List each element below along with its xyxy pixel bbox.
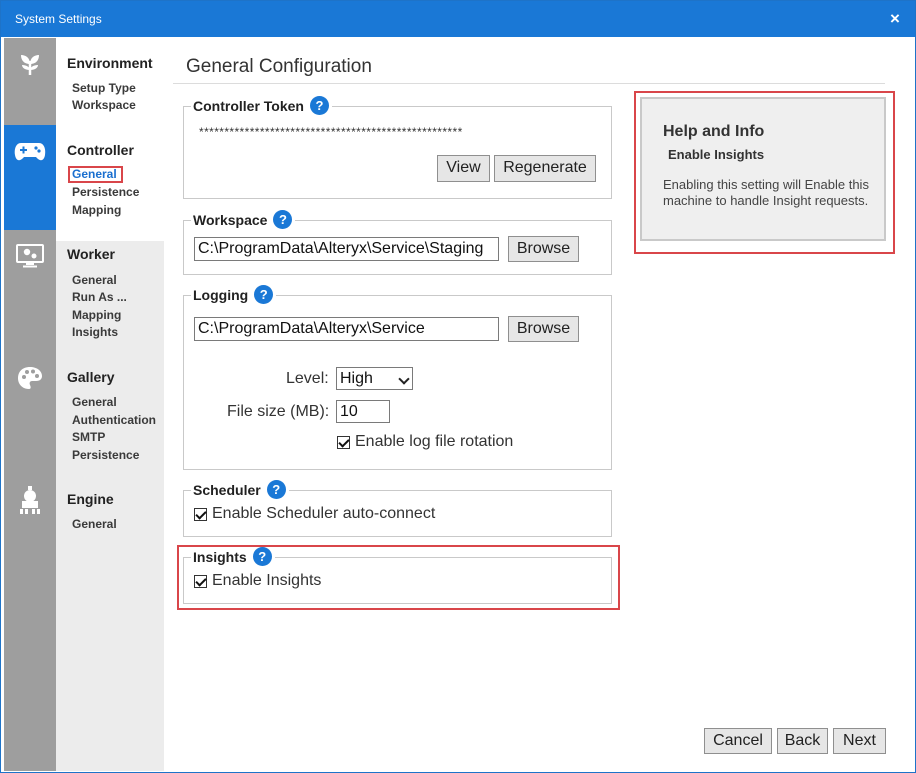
checkmark-icon: [194, 507, 207, 521]
logging-label: Logging: [193, 286, 249, 303]
nav-item-controller-persistence[interactable]: Persistence: [72, 185, 139, 199]
category-icon-rail: [4, 38, 56, 771]
nav-item-setup-type[interactable]: Setup Type: [72, 81, 136, 95]
help-panel-highlight-box: [634, 91, 895, 254]
controller-token-legend: Controller Token ?: [191, 96, 332, 115]
scheduler-legend: Scheduler ?: [191, 480, 289, 499]
palette-icon[interactable]: [4, 352, 56, 404]
logging-browse-button[interactable]: Browse: [508, 316, 579, 342]
workspace-browse-button[interactable]: Browse: [508, 236, 579, 262]
nav-section-worker[interactable]: Worker: [67, 246, 115, 262]
file-size-label: File size (MB):: [227, 403, 330, 420]
nav-item-engine-general[interactable]: General: [72, 517, 117, 531]
cancel-button[interactable]: Cancel: [704, 728, 772, 754]
settings-navigation: Environment Setup Type Workspace Control…: [56, 38, 164, 771]
nav-item-worker-mapping[interactable]: Mapping: [72, 308, 121, 322]
close-icon[interactable]: ×: [885, 8, 905, 30]
chevron-down-icon: [398, 373, 410, 385]
workspace-legend: Workspace ?: [191, 210, 296, 229]
nav-item-controller-general[interactable]: General: [68, 166, 123, 183]
nav-section-gallery[interactable]: Gallery: [67, 369, 114, 385]
title-bar: System Settings ×: [1, 1, 915, 37]
gamepad-icon[interactable]: [4, 125, 56, 230]
nav-item-controller-mapping[interactable]: Mapping: [72, 203, 121, 217]
scheduler-autoconnect-label: Enable Scheduler auto-connect: [212, 505, 436, 522]
log-level-value: High: [340, 370, 373, 387]
title-divider: [173, 83, 885, 84]
log-rotation-checkbox[interactable]: Enable log file rotation: [337, 433, 513, 451]
controller-token-help-icon[interactable]: ?: [309, 96, 329, 115]
controller-token-group: [183, 106, 612, 199]
scheduler-help-icon[interactable]: ?: [266, 480, 286, 499]
insights-highlight-box: [177, 545, 620, 610]
checkmark-icon: [337, 435, 350, 449]
nav-item-gallery-authentication[interactable]: Authentication: [72, 413, 156, 427]
log-level-select[interactable]: High: [336, 367, 413, 390]
nav-section-engine[interactable]: Engine: [67, 491, 114, 507]
next-button[interactable]: Next: [833, 728, 886, 754]
file-size-input[interactable]: [336, 400, 390, 423]
system-settings-window: System Settings × Environment Setup Type…: [0, 0, 916, 773]
controller-token-label: Controller Token: [193, 97, 304, 114]
nav-item-worker-run-as[interactable]: Run As ...: [72, 290, 127, 304]
nav-item-gallery-persistence[interactable]: Persistence: [72, 448, 139, 462]
page-title: General Configuration: [186, 56, 372, 77]
workspace-help-icon[interactable]: ?: [273, 210, 293, 229]
nav-item-worker-general[interactable]: General: [72, 273, 117, 287]
logging-legend: Logging ?: [191, 285, 277, 304]
back-button[interactable]: Back: [777, 728, 828, 754]
regenerate-token-button[interactable]: Regenerate: [494, 155, 596, 182]
window-title: System Settings: [15, 12, 102, 26]
nav-item-workspace[interactable]: Workspace: [72, 98, 136, 112]
scheduler-autoconnect-checkbox[interactable]: Enable Scheduler auto-connect: [194, 505, 435, 523]
monitor-gear-icon[interactable]: [4, 230, 56, 282]
nav-item-gallery-smtp[interactable]: SMTP: [72, 430, 105, 444]
controller-token-value: ****************************************…: [199, 125, 463, 139]
workspace-path-input[interactable]: [194, 237, 499, 261]
log-level-label: Level:: [286, 370, 329, 387]
logging-help-icon[interactable]: ?: [254, 285, 274, 304]
workspace-label: Workspace: [193, 211, 268, 228]
nav-item-worker-insights[interactable]: Insights: [72, 325, 118, 339]
view-token-button[interactable]: View: [437, 155, 490, 182]
scheduler-label: Scheduler: [193, 481, 261, 498]
nav-section-controller[interactable]: Controller: [67, 142, 134, 158]
log-rotation-label: Enable log file rotation: [355, 433, 514, 450]
sprout-icon[interactable]: [4, 38, 56, 90]
engine-icon[interactable]: [4, 474, 56, 526]
nav-item-gallery-general[interactable]: General: [72, 395, 117, 409]
logging-path-input[interactable]: [194, 317, 499, 341]
nav-section-environment[interactable]: Environment: [67, 55, 153, 71]
